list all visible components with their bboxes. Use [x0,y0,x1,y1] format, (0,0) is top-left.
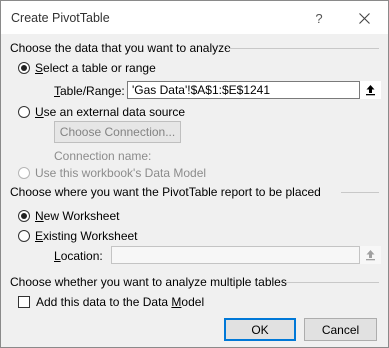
section-divider [341,192,379,193]
placement-section-title: Choose where you want the PivotTable rep… [10,185,321,199]
new-worksheet-label: New Worksheet [35,209,120,223]
cancel-button[interactable]: Cancel [304,318,377,341]
data-model-option[interactable]: Use this workbook's Data Model [18,166,206,180]
help-button[interactable]: ? [307,7,331,29]
dialog-title: Create PivotTable [11,11,110,25]
existing-worksheet-radio[interactable] [18,230,30,242]
table-range-input[interactable]: 'Gas Data'!$A$1:$E$1241 [127,81,381,99]
table-range-value: 'Gas Data'!$A$1:$E$1241 [132,83,271,97]
add-to-data-model-label: Add this data to the Data Model [36,295,205,309]
ok-button[interactable]: OK [224,318,296,341]
new-worksheet-option[interactable]: New Worksheet [18,209,119,223]
multi-tables-section-title: Choose whether you want to analyze multi… [10,275,287,289]
select-table-range-option[interactable]: Select a table or range [18,61,156,75]
connection-name-label: Connection name: [54,149,152,163]
title-bar: Create PivotTable ? [1,1,388,34]
data-section-title: Choose the data that you want to analyze [10,41,231,55]
location-label: Location: [54,249,103,263]
section-divider [285,282,379,283]
create-pivottable-dialog: Create PivotTable ? Choose the data that… [0,0,389,348]
section-divider [227,48,379,49]
add-to-data-model-checkbox[interactable] [18,296,30,308]
close-icon [358,12,370,24]
collapse-dialog-icon [366,85,375,96]
new-worksheet-radio[interactable] [18,210,30,222]
select-table-range-radio[interactable] [18,62,30,74]
data-model-label: Use this workbook's Data Model [35,166,207,180]
help-icon: ? [315,10,323,26]
table-range-label: Table/Range: [54,84,125,98]
select-table-range-label: Select a table or range [35,61,156,75]
table-range-collapse-button[interactable] [359,81,381,99]
existing-worksheet-label: Existing Worksheet [35,229,138,243]
location-collapse-button[interactable] [359,246,381,264]
existing-worksheet-option[interactable]: Existing Worksheet [18,229,138,243]
location-input[interactable] [111,246,381,264]
collapse-dialog-icon [366,250,375,261]
add-to-data-model-option[interactable]: Add this data to the Data Model [18,295,204,309]
external-source-option[interactable]: Use an external data source [18,105,185,119]
external-source-radio[interactable] [18,106,30,118]
external-source-label: Use an external data source [35,105,186,119]
data-model-radio[interactable] [18,167,30,179]
choose-connection-button[interactable]: Choose Connection... [54,121,181,143]
close-button[interactable] [352,7,376,29]
